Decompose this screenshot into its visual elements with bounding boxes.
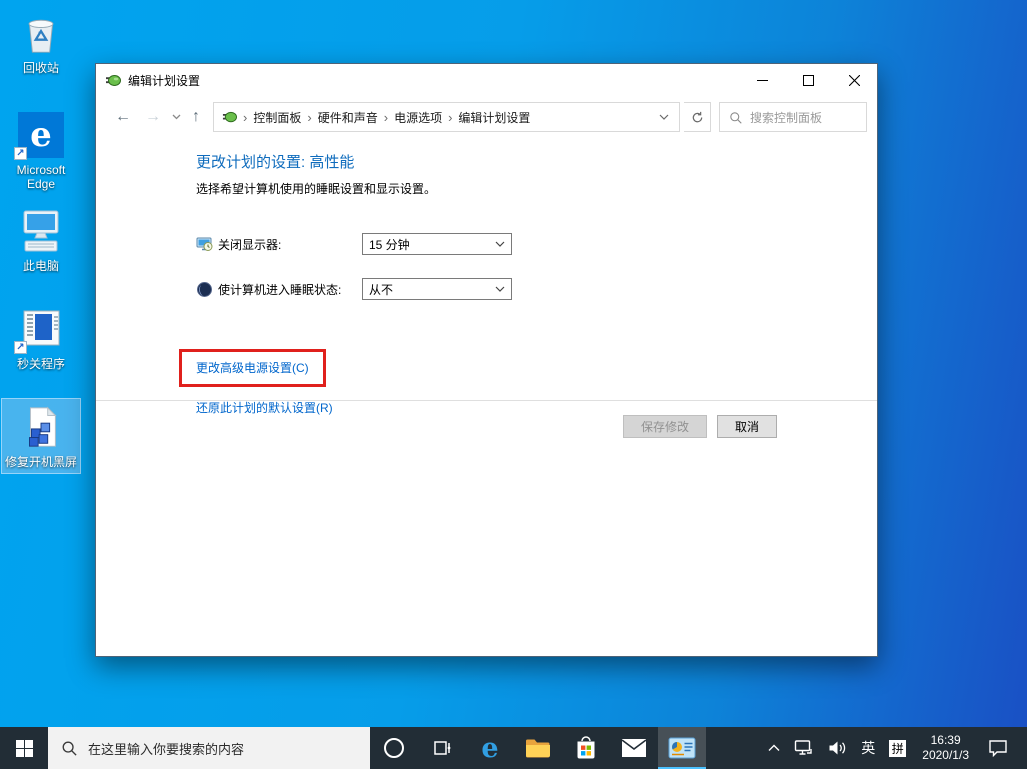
file-explorer-button[interactable] — [514, 727, 562, 769]
minimize-button[interactable] — [739, 64, 785, 97]
tray-date: 2020/1/3 — [922, 748, 969, 763]
breadcrumb-control-panel[interactable]: 控制面板 — [247, 109, 307, 126]
registry-file-icon — [2, 402, 80, 452]
desktop-icon-label: Microsoft Edge — [2, 163, 80, 191]
desktop-icon-label: 回收站 — [2, 61, 80, 75]
forward-button[interactable]: → — [138, 109, 168, 125]
desktop-icon-edge[interactable]: e ↗ Microsoft Edge — [2, 107, 80, 195]
desktop-icon-label: 修复开机黑屏 — [2, 455, 80, 469]
search-placeholder: 搜索控制面板 — [750, 109, 822, 126]
store-icon — [574, 735, 598, 761]
chevron-down-icon — [495, 241, 505, 247]
folder-icon — [525, 737, 551, 759]
search-icon — [729, 111, 742, 124]
recycle-bin-icon — [2, 8, 80, 58]
history-chevron-icon[interactable] — [168, 114, 185, 120]
refresh-icon — [691, 111, 704, 124]
sleep-timeout-select[interactable]: 从不 — [362, 278, 512, 300]
back-button[interactable]: ← — [108, 109, 138, 125]
maximize-icon — [803, 75, 814, 86]
desktop-icon-this-pc[interactable]: 此电脑 — [2, 203, 80, 277]
navigation-toolbar: ← → ↑ › 控制面板 › 硬件和声音 › 电源选项 › 编辑计划设置 — [96, 97, 877, 137]
ime-mode-button[interactable]: 拼 — [882, 727, 913, 769]
save-changes-button[interactable]: 保存修改 — [623, 415, 707, 438]
cancel-button[interactable]: 取消 — [717, 415, 777, 438]
pinyin-ime-icon: 拼 — [889, 740, 906, 757]
cortana-button[interactable] — [370, 727, 418, 769]
page-title: 更改计划的设置: 高性能 — [196, 153, 847, 173]
control-panel-search-input[interactable]: 搜索控制面板 — [719, 102, 867, 132]
desktop-icon-recycle-bin[interactable]: 回收站 — [2, 5, 80, 79]
minimize-icon — [757, 75, 768, 86]
shortcut-arrow-icon: ↗ — [14, 147, 27, 160]
address-dropdown-chevron-icon[interactable] — [649, 114, 679, 120]
tray-time: 16:39 — [922, 733, 969, 748]
edge-icon: e ↗ — [2, 110, 80, 160]
action-center-button[interactable] — [978, 727, 1021, 769]
cortana-icon — [382, 736, 406, 760]
refresh-button[interactable] — [684, 102, 711, 132]
tray-expand-button[interactable] — [761, 727, 787, 769]
network-icon — [794, 739, 814, 757]
titlebar[interactable]: 编辑计划设置 — [96, 64, 877, 97]
display-timeout-select[interactable]: 15 分钟 — [362, 233, 512, 255]
windows-logo-icon — [16, 740, 33, 757]
this-pc-icon — [2, 206, 80, 256]
clock[interactable]: 16:39 2020/1/3 — [913, 733, 978, 763]
start-button[interactable] — [0, 727, 48, 769]
power-options-icon — [668, 737, 696, 759]
display-timeout-icon — [196, 236, 213, 253]
desktop-icon-fix-black-screen[interactable]: 修复开机黑屏 — [2, 399, 80, 473]
edit-plan-settings-window: 编辑计划设置 ← → ↑ › — [95, 63, 878, 657]
edge-icon: e — [481, 733, 498, 764]
up-button[interactable]: ↑ — [185, 109, 207, 125]
maximize-button[interactable] — [785, 64, 831, 97]
footer-divider — [96, 400, 877, 401]
setting-label: 使计算机进入睡眠状态: — [218, 281, 362, 298]
page-subtitle: 选择希望计算机使用的睡眠设置和显示设置。 — [196, 181, 847, 197]
address-bar[interactable]: › 控制面板 › 硬件和声音 › 电源选项 › 编辑计划设置 — [213, 102, 680, 132]
desktop-icon-label: 此电脑 — [2, 259, 80, 273]
window-body: 更改计划的设置: 高性能 选择希望计算机使用的睡眠设置和显示设置。 关闭显示器: — [96, 137, 877, 656]
mail-icon — [621, 738, 647, 758]
sleep-icon — [196, 281, 213, 298]
taskbar-search-input[interactable]: 在这里输入你要搜索的内容 — [48, 727, 370, 769]
chevron-down-icon — [495, 286, 505, 292]
close-icon — [849, 75, 860, 86]
edge-taskbar-button[interactable]: e — [466, 727, 514, 769]
task-view-icon — [431, 737, 453, 759]
ime-language-button[interactable]: 英 — [854, 727, 882, 769]
chevron-up-icon — [768, 744, 780, 752]
desktop-icon-seconds-close-program[interactable]: ↗ 秒关程序 — [2, 301, 80, 375]
mail-button[interactable] — [610, 727, 658, 769]
change-advanced-power-settings-link[interactable]: 更改高级电源设置(C) — [196, 359, 309, 376]
speaker-icon — [828, 740, 847, 756]
taskbar-search-placeholder: 在这里输入你要搜索的内容 — [88, 739, 244, 758]
setting-row-sleep: 使计算机进入睡眠状态: 从不 — [196, 278, 847, 300]
setting-row-display: 关闭显示器: 15 分钟 — [196, 233, 847, 255]
close-button[interactable] — [831, 64, 877, 97]
search-icon — [61, 740, 77, 756]
window-title: 编辑计划设置 — [128, 72, 200, 89]
breadcrumb-power-options[interactable]: 电源选项 — [388, 109, 448, 126]
volume-tray-button[interactable] — [821, 727, 854, 769]
power-plug-icon — [105, 73, 121, 89]
network-tray-button[interactable] — [787, 727, 821, 769]
action-center-icon — [988, 739, 1008, 757]
power-plug-icon — [214, 110, 243, 125]
restore-default-settings-link[interactable]: 还原此计划的默认设置(R) — [196, 399, 333, 416]
desktop-icon-label: 秒关程序 — [2, 357, 80, 371]
taskbar: 在这里输入你要搜索的内容 e — [0, 727, 1027, 769]
power-options-taskbar-button[interactable] — [658, 727, 706, 769]
task-view-button[interactable] — [418, 727, 466, 769]
red-annotation-box: 更改高级电源设置(C) — [179, 349, 326, 387]
breadcrumb-edit-plan-settings[interactable]: 编辑计划设置 — [452, 109, 536, 126]
program-window-icon: ↗ — [2, 304, 80, 354]
selected-value: 15 分钟 — [369, 236, 495, 253]
microsoft-store-button[interactable] — [562, 727, 610, 769]
selected-value: 从不 — [369, 281, 495, 298]
breadcrumb-hardware-sound[interactable]: 硬件和声音 — [312, 109, 384, 126]
shortcut-arrow-icon: ↗ — [14, 341, 27, 354]
setting-label: 关闭显示器: — [218, 236, 362, 253]
